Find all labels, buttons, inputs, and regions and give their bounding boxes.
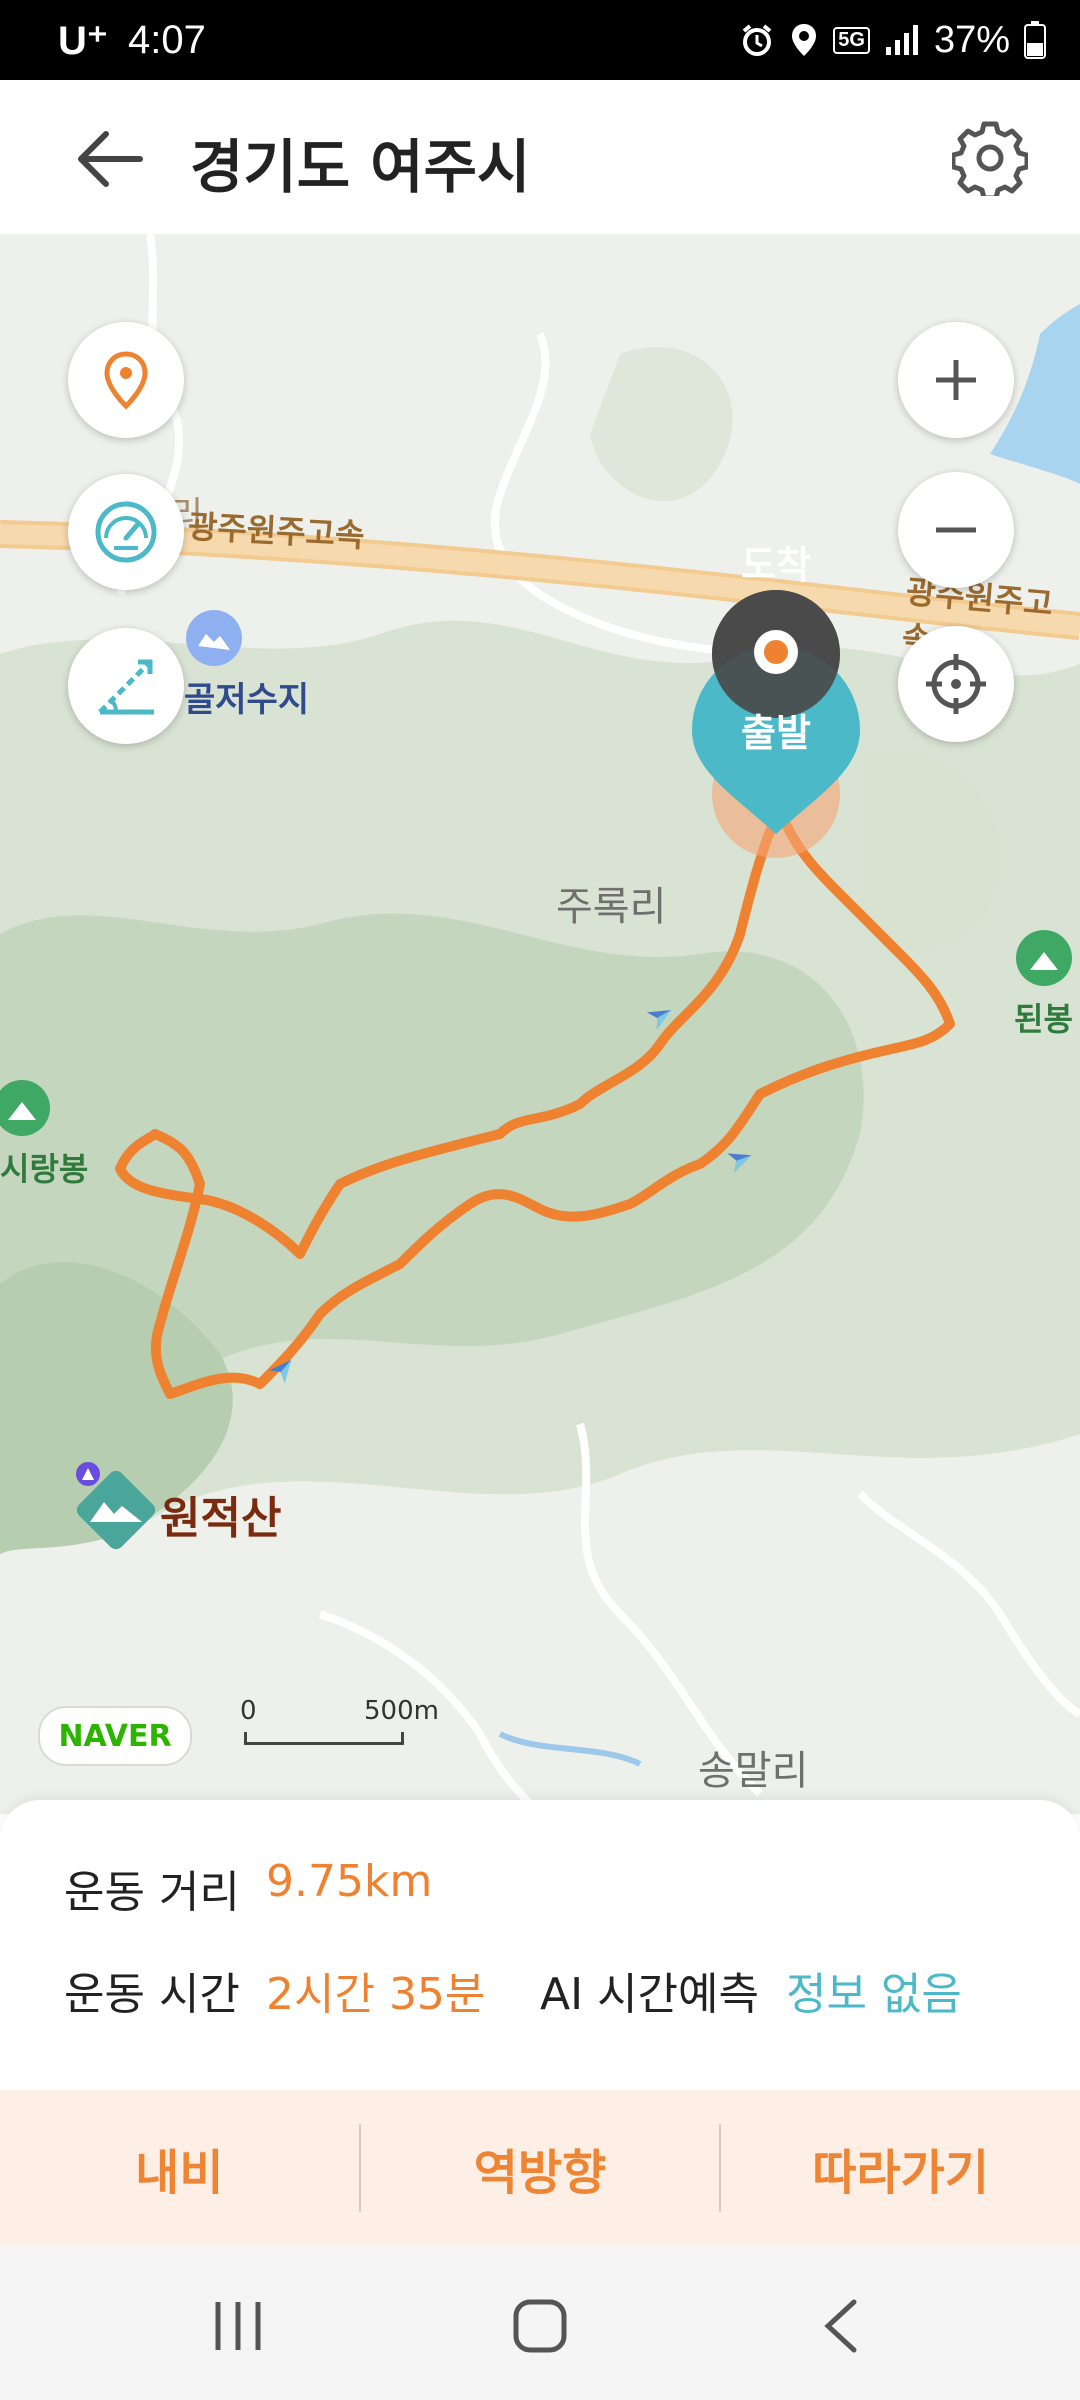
time-label: 운동 시간 (64, 1969, 240, 2020)
system-nav-bar (0, 2246, 1080, 2400)
zoom-out-button[interactable] (898, 472, 1014, 588)
map-label-village-2: 송말리 (698, 1748, 809, 1794)
zoom-in-button[interactable] (898, 322, 1014, 438)
map-label-peak-left: 시랑봉 (0, 1150, 89, 1188)
slope-icon (98, 659, 154, 715)
carrier-label: U⁺ (58, 19, 108, 63)
map-scale: 0 500m (240, 1696, 440, 1746)
map-label-peak-right: 된봉 (1014, 1000, 1073, 1038)
battery-percent: 37% (933, 18, 1010, 61)
home-icon[interactable] (500, 2296, 580, 2356)
scale-bar (244, 1732, 404, 1745)
map-label-reservoir: 골저수지 (184, 680, 310, 720)
speed-button[interactable] (68, 474, 184, 590)
slope-button[interactable] (68, 628, 184, 744)
recents-icon[interactable] (198, 2296, 278, 2356)
map-label-mountain: 원적산 (160, 1493, 282, 1544)
status-time: 4:07 (128, 18, 206, 62)
status-bar: U⁺ 4:07 5G 37% (0, 0, 1080, 80)
finish-marker-label: 도착 (741, 543, 811, 587)
follow-button[interactable]: 따라가기 (721, 2090, 1080, 2246)
minus-icon (936, 527, 976, 533)
scale-zero: 0 (240, 1696, 257, 1726)
distance-value: 9.75km (266, 1856, 433, 1907)
speedometer-icon (95, 501, 157, 563)
location-status-icon (792, 24, 817, 56)
navigate-button[interactable]: 내비 (0, 2090, 359, 2246)
plus-icon (936, 360, 976, 400)
location-button[interactable] (68, 322, 184, 438)
alarm-icon (742, 24, 772, 56)
action-bar: 내비 역방향 따라가기 (0, 2090, 1080, 2246)
ai-prediction-label: AI 시간예측 (540, 1969, 759, 2020)
arrow-left-icon[interactable] (70, 124, 150, 194)
location-pin-icon (104, 351, 148, 410)
reverse-button[interactable]: 역방향 (361, 2090, 720, 2246)
map-label-highway: 광주원주고속 (187, 507, 366, 555)
map-canvas[interactable] (0, 234, 1080, 1814)
network-type-label: 5G (833, 26, 870, 54)
battery-icon (1024, 21, 1046, 59)
distance-label: 운동 거리 (64, 1867, 240, 1918)
route-info-sheet: 운동 거리 9.75km 운동 시간 2시간 35분 AI 시간예측 정보 없음 (0, 1800, 1080, 2090)
scale-value: 500m (364, 1696, 439, 1726)
map-label-village: 주록리 (556, 884, 667, 930)
page-title: 경기도 여주시 (190, 133, 531, 201)
ai-prediction-value: 정보 없음 (786, 1969, 962, 2020)
gear-icon[interactable] (952, 120, 1028, 196)
back-icon[interactable] (802, 2296, 882, 2356)
map-view[interactable]: 리 광주원주고속 광주원주고속 골저수지 주록리 송말리 된봉 시랑봉 원적산 … (0, 234, 1080, 1814)
app-header: 경기도 여주시 (0, 80, 1080, 236)
start-marker-label: 출발 (741, 711, 811, 755)
signal-icon (885, 25, 918, 55)
time-value: 2시간 35분 (266, 1969, 486, 2020)
my-location-button[interactable] (898, 626, 1014, 742)
naver-logo: NAVER (38, 1706, 192, 1766)
crosshair-icon (926, 654, 986, 714)
